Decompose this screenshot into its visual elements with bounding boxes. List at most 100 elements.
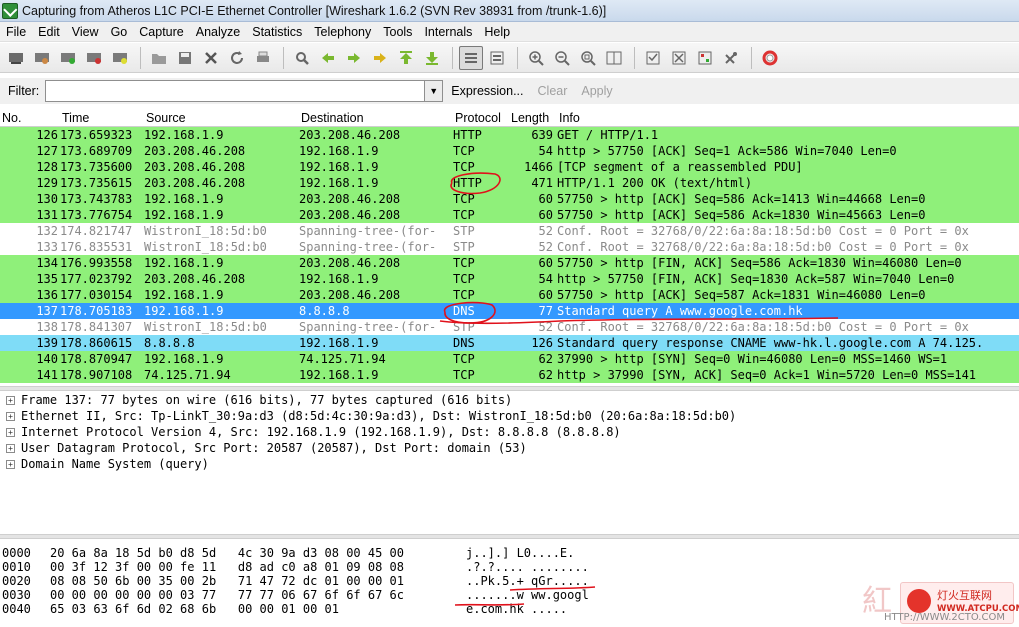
expand-icon[interactable]: + — [6, 443, 15, 453]
menu-go[interactable]: Go — [105, 25, 134, 39]
packet-row[interactable]: 129 173.735615 203.208.46.208 192.168.1.9 HT… — [0, 175, 1019, 191]
coloring-rules-icon[interactable] — [693, 46, 717, 70]
packet-info: Standard query A www.google.com.hk — [557, 304, 803, 318]
packet-row[interactable]: 128 173.735600 203.208.46.208 192.168.1.9 TC… — [0, 159, 1019, 175]
options-icon[interactable] — [30, 46, 54, 70]
close-icon[interactable] — [199, 46, 223, 70]
pane-splitter[interactable] — [0, 534, 1019, 539]
expression-button[interactable]: Expression... — [451, 84, 523, 98]
find-icon[interactable] — [290, 46, 314, 70]
packet-row[interactable]: 130 173.743783 192.168.1.9 203.208.46.208 TC… — [0, 191, 1019, 207]
colorize-icon[interactable] — [459, 45, 483, 70]
last-icon[interactable] — [420, 46, 444, 70]
detail-text: Domain Name System (query) — [21, 457, 209, 471]
packet-row[interactable]: 141 178.907108 74.125.71.94 192.168.1.9 TCP 6… — [0, 367, 1019, 383]
packet-source: WistronI_18:5d:b0 — [144, 320, 267, 334]
pane-splitter[interactable] — [0, 386, 1019, 391]
packet-row[interactable]: 136 177.030154 192.168.1.9 203.208.46.208 TC… — [0, 287, 1019, 303]
filter-bar: Filter: ▼ Expression... Clear Apply — [0, 78, 1019, 104]
menu-capture[interactable]: Capture — [133, 25, 189, 39]
packet-protocol: TCP — [453, 352, 475, 366]
menu-edit[interactable]: Edit — [32, 25, 66, 39]
menu-statistics[interactable]: Statistics — [246, 25, 308, 39]
packet-row[interactable]: 132 174.821747 WistronI_18:5d:b0 Spanning-t… — [0, 223, 1019, 239]
back-icon[interactable] — [316, 46, 340, 70]
wireshark-app-icon — [2, 2, 18, 19]
forward-icon[interactable] — [342, 46, 366, 70]
column-header-source[interactable]: Source — [144, 111, 299, 125]
menu-file[interactable]: File — [0, 25, 32, 39]
column-header-protocol[interactable]: Protocol — [453, 111, 509, 125]
restart-icon[interactable] — [108, 46, 132, 70]
open-icon[interactable] — [147, 46, 171, 70]
expand-icon[interactable]: + — [6, 395, 15, 405]
packet-time: 173.776754 — [60, 208, 133, 222]
start-icon[interactable] — [56, 46, 80, 70]
menu-internals[interactable]: Internals — [418, 25, 478, 39]
packet-destination: 203.208.46.208 — [299, 208, 401, 222]
expand-icon[interactable]: + — [6, 459, 15, 469]
capture-filters-icon[interactable] — [641, 46, 665, 70]
packet-row[interactable]: 131 173.776754 192.168.1.9 203.208.46.208 TC… — [0, 207, 1019, 223]
apply-button[interactable]: Apply — [581, 84, 612, 98]
goto-icon[interactable] — [368, 46, 392, 70]
hex-row[interactable]: 0000 20 6a 8a 18 5d b0 d8 5d 4c 30 9a d3 … — [0, 546, 1019, 560]
menu-help[interactable]: Help — [478, 25, 516, 39]
hex-bytes: 20 6a 8a 18 5d b0 d8 5d 4c 30 9a d3 08 0… — [50, 546, 405, 560]
toolbar-separator — [517, 46, 518, 69]
column-header-no[interactable]: No. — [0, 111, 60, 125]
toolbar-separator — [452, 46, 453, 69]
detail-row-ethernet[interactable]: + Ethernet II, Src: Tp-LinkT_30:9a:d3 (d8… — [0, 408, 1019, 424]
menu-analyze[interactable]: Analyze — [190, 25, 246, 39]
detail-row-frame[interactable]: + Frame 137: 77 bytes on wire (616 bits),… — [0, 392, 1019, 408]
detail-row-dns[interactable]: + Domain Name System (query) — [0, 456, 1019, 472]
packet-row[interactable]: 137 178.705183 192.168.1.9 8.8.8.8 DNS 77 Stan… — [0, 303, 1019, 319]
packet-row[interactable]: 127 173.689709 203.208.46.208 192.168.1.9 TC… — [0, 143, 1019, 159]
detail-row-ip[interactable]: + Internet Protocol Version 4, Src: 192.1… — [0, 424, 1019, 440]
clear-button[interactable]: Clear — [538, 84, 568, 98]
zoom-in-icon[interactable] — [524, 46, 548, 70]
column-header-destination[interactable]: Destination — [299, 111, 453, 125]
detail-row-udp[interactable]: + User Datagram Protocol, Src Port: 20587… — [0, 440, 1019, 456]
packet-row[interactable]: 133 176.835531 WistronI_18:5d:b0 Spanning-t… — [0, 239, 1019, 255]
expand-icon[interactable]: + — [6, 411, 15, 421]
packet-destination: 203.208.46.208 — [299, 256, 401, 270]
help-icon[interactable] — [758, 46, 782, 70]
packet-protocol: STP — [453, 240, 475, 254]
stop-icon[interactable] — [82, 46, 106, 70]
packet-destination: 8.8.8.8 — [299, 304, 350, 318]
packet-row[interactable]: 126 173.659323 192.168.1.9 203.208.46.208 HT… — [0, 127, 1019, 143]
zoom-normal-icon[interactable] — [576, 46, 600, 70]
display-filters-icon[interactable] — [667, 46, 691, 70]
reload-icon[interactable] — [225, 46, 249, 70]
menu-telephony[interactable]: Telephony — [308, 25, 377, 39]
menu-tools[interactable]: Tools — [377, 25, 418, 39]
interfaces-icon[interactable] — [4, 46, 28, 70]
zoom-out-icon[interactable] — [550, 46, 574, 70]
autoscroll-icon[interactable] — [485, 46, 509, 70]
resize-columns-icon[interactable] — [602, 46, 626, 70]
save-icon[interactable] — [173, 46, 197, 70]
packet-protocol: TCP — [453, 368, 475, 382]
expand-icon[interactable]: + — [6, 427, 15, 437]
packet-row[interactable]: 138 178.841307 WistronI_18:5d:b0 Spanning-t… — [0, 319, 1019, 335]
packet-time: 178.705183 — [60, 304, 133, 318]
packet-info: http > 57750 [ACK] Seq=1 Ack=586 Win=704… — [557, 144, 897, 158]
first-icon[interactable] — [394, 46, 418, 70]
column-header-info[interactable]: Info — [557, 111, 1019, 125]
preferences-icon[interactable] — [719, 46, 743, 70]
packet-destination: 192.168.1.9 — [299, 176, 379, 190]
packet-time: 178.907108 — [60, 368, 133, 382]
packet-row[interactable]: 135 177.023792 203.208.46.208 192.168.1.9 TC… — [0, 271, 1019, 287]
column-header-length[interactable]: Length — [509, 111, 557, 125]
column-header-time[interactable]: Time — [60, 111, 144, 125]
packet-row[interactable]: 140 178.870947 192.168.1.9 74.125.71.94 TCP 6… — [0, 351, 1019, 367]
packet-info: [TCP segment of a reassembled PDU] — [557, 160, 803, 174]
menu-view[interactable]: View — [66, 25, 105, 39]
packet-row[interactable]: 134 176.993558 192.168.1.9 203.208.46.208 TC… — [0, 255, 1019, 271]
filter-input[interactable] — [45, 80, 426, 102]
print-icon[interactable] — [251, 46, 275, 70]
packet-row[interactable]: 139 178.860615 8.8.8.8 192.168.1.9 DNS 126 Sta… — [0, 335, 1019, 351]
packet-info: 57750 > http [FIN, ACK] Seq=586 Ack=1830… — [557, 256, 962, 270]
filter-dropdown-button[interactable]: ▼ — [425, 80, 444, 102]
